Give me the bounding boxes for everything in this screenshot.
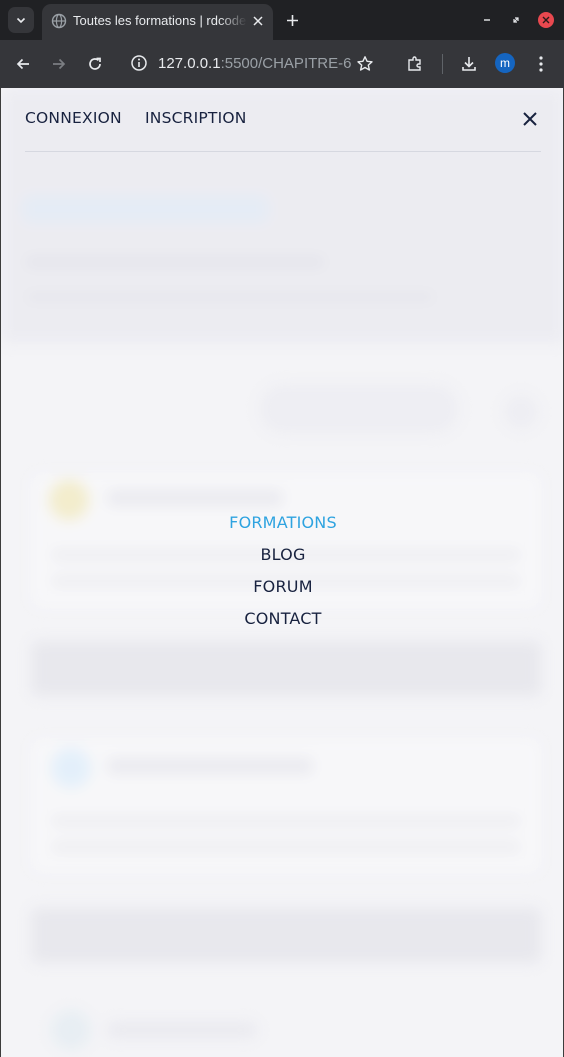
minimize-icon [484,19,490,21]
restore-icon [513,17,519,23]
browser-tab-active[interactable]: Toutes les formations | rdcode [42,4,273,40]
back-button[interactable] [11,52,35,76]
close-icon [253,16,263,26]
tab-search-button[interactable] [8,7,34,33]
url-path: :5500/CHAPITRE-6... [220,55,352,72]
chrome-menu-button[interactable] [529,52,553,76]
more-vertical-icon [539,56,543,72]
arrow-left-icon [16,58,29,70]
downloads-button[interactable] [457,52,481,76]
menu-close-button[interactable] [519,108,541,130]
nav-item-forum[interactable]: FORUM [1,576,563,608]
address-bar[interactable]: 127.0.0.1:5500/CHAPITRE-6... [158,55,352,73]
globe-icon [51,13,67,29]
nav-item-contact[interactable]: CONTACT [1,608,563,640]
login-link[interactable]: CONNEXION [25,109,122,127]
extensions-button[interactable] [403,52,427,76]
arrow-right-icon [53,58,66,70]
browser-toolbar: 127.0.0.1:5500/CHAPITRE-6... [0,40,564,88]
close-icon [523,112,537,126]
plus-icon [286,14,298,26]
puzzle-icon [408,56,421,71]
chevron-down-icon [16,17,26,24]
url-host: 127.0.0.1 [158,55,221,72]
tab-close-button[interactable] [249,12,267,30]
mobile-nav: FORMATIONS BLOG FORUM CONTACT [1,512,563,640]
forward-button[interactable] [47,52,71,76]
new-tab-button[interactable] [283,11,301,29]
window-close-button[interactable] [538,12,554,28]
menu-divider [25,151,541,152]
nav-item-formations[interactable]: FORMATIONS [1,512,563,544]
nav-item-blog[interactable]: BLOG [1,544,563,576]
close-icon [542,16,550,24]
window-minimize-button[interactable] [478,11,496,29]
site-info-icon[interactable] [130,54,148,72]
profile-avatar[interactable]: m [495,53,515,73]
toolbar-divider [442,54,443,74]
signup-link[interactable]: INSCRIPTION [145,109,247,127]
window-restore-button[interactable] [507,11,525,29]
page-viewport: CONNEXION INSCRIPTION FORMATIONS BLOG FO… [0,88,564,1057]
download-icon [462,57,476,71]
bookmark-button[interactable] [353,52,377,76]
mobile-menu-header: CONNEXION INSCRIPTION [1,88,563,152]
tab-title: Toutes les formations | rdcode [73,13,247,28]
star-icon [357,56,373,71]
browser-tab-strip: Toutes les formations | rdcode [0,0,564,40]
reload-icon [89,57,101,70]
reload-button[interactable] [83,52,107,76]
